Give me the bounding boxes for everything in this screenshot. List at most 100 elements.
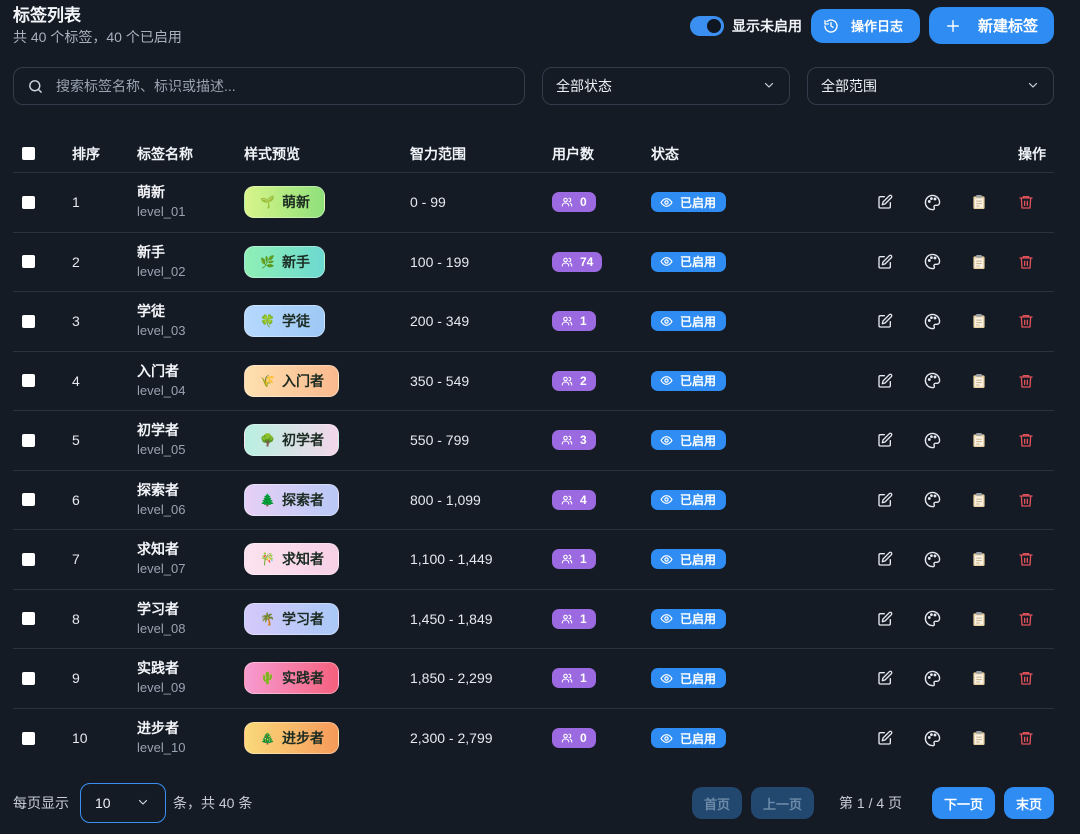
palette-icon[interactable]	[923, 193, 941, 211]
palette-icon[interactable]	[923, 669, 941, 687]
palette-icon[interactable]	[923, 729, 941, 747]
palette-icon[interactable]	[923, 431, 941, 449]
page-title: 标签列表	[13, 6, 81, 25]
row-checkbox[interactable]	[22, 433, 35, 447]
clipboard-icon[interactable]	[970, 253, 988, 271]
palette-icon[interactable]	[923, 312, 941, 330]
users-icon	[561, 196, 573, 208]
clipboard-icon[interactable]	[970, 729, 988, 747]
trash-icon[interactable]	[1017, 312, 1035, 330]
row-name-cell: 萌新 level_01	[137, 173, 185, 232]
user-count-badge: 1	[552, 549, 596, 570]
edit-icon[interactable]	[876, 372, 894, 390]
tag-preview-label: 新手	[281, 253, 310, 270]
palette-icon[interactable]	[923, 491, 941, 509]
range-select[interactable]: 全部范围	[807, 67, 1054, 105]
edit-icon[interactable]	[876, 253, 894, 271]
total-count-label: 条，共 40 条	[173, 795, 253, 811]
header-preview: 样式预览	[244, 145, 300, 162]
next-page-button[interactable]: 下一页	[932, 787, 995, 819]
table-row: 7 求知者 level_07 🎋 求知者 1,100 - 1,449 1 已启用	[13, 530, 1054, 590]
page-size-value: 10	[95, 795, 111, 811]
row-order: 9	[72, 670, 80, 687]
trash-icon[interactable]	[1017, 193, 1035, 211]
search-input[interactable]	[56, 78, 496, 94]
first-page-button[interactable]: 首页	[692, 787, 742, 819]
clipboard-icon[interactable]	[970, 372, 988, 390]
clipboard-icon[interactable]	[970, 193, 988, 211]
trash-icon[interactable]	[1017, 431, 1035, 449]
select-all-checkbox[interactable]	[22, 147, 35, 160]
table-row: 2 新手 level_02 🌿 新手 100 - 199 74 已启用	[13, 233, 1054, 292]
clipboard-icon[interactable]	[970, 312, 988, 330]
user-count-badge: 0	[552, 728, 596, 749]
clipboard-icon[interactable]	[970, 550, 988, 568]
palette-icon[interactable]	[923, 253, 941, 271]
clipboard-icon[interactable]	[970, 610, 988, 628]
trash-icon[interactable]	[1017, 372, 1035, 390]
tag-name: 学习者	[137, 600, 179, 617]
table-row: 9 实践者 level_09 🌵 实践者 1,850 - 2,299 1 已启用	[13, 649, 1054, 709]
edit-icon[interactable]	[876, 669, 894, 687]
palette-icon[interactable]	[923, 610, 941, 628]
row-checkbox[interactable]	[22, 314, 35, 328]
trash-icon[interactable]	[1017, 491, 1035, 509]
row-name-cell: 新手 level_02	[137, 233, 185, 292]
trash-icon[interactable]	[1017, 253, 1035, 271]
tag-key: level_03	[137, 323, 186, 339]
clipboard-icon[interactable]	[970, 669, 988, 687]
header-users: 用户数	[552, 145, 594, 162]
row-checkbox[interactable]	[22, 731, 35, 745]
status-select[interactable]: 全部状态	[542, 67, 790, 105]
trash-icon[interactable]	[1017, 669, 1035, 687]
show-disabled-toggle[interactable]	[690, 15, 724, 36]
palette-icon[interactable]	[923, 372, 941, 390]
edit-icon[interactable]	[876, 610, 894, 628]
clipboard-icon[interactable]	[970, 431, 988, 449]
table-row: 8 学习者 level_08 🌴 学习者 1,450 - 1,849 1 已启用	[13, 590, 1054, 649]
eye-icon	[660, 612, 673, 625]
show-disabled-label: 显示未启用	[732, 17, 802, 34]
row-checkbox[interactable]	[22, 195, 35, 209]
tag-key: level_07	[137, 561, 186, 577]
page-size-select[interactable]: 10	[80, 783, 166, 823]
users-icon	[561, 434, 573, 446]
new-tag-button[interactable]: 新建标签	[929, 7, 1054, 44]
row-checkbox[interactable]	[22, 493, 35, 507]
tag-emoji: 🎋	[260, 552, 275, 567]
row-checkbox[interactable]	[22, 552, 35, 566]
edit-icon[interactable]	[876, 193, 894, 211]
prev-page-button[interactable]: 上一页	[751, 787, 814, 819]
tag-name: 进步者	[137, 720, 179, 737]
row-checkbox[interactable]	[22, 255, 35, 269]
tag-style-preview: 🌴 学习者	[244, 602, 339, 635]
operation-log-button[interactable]: 操作日志	[811, 8, 920, 43]
last-page-button[interactable]: 末页	[1004, 787, 1054, 819]
status-badge: 已启用	[651, 192, 727, 213]
trash-icon[interactable]	[1017, 610, 1035, 628]
user-count: 0	[580, 731, 587, 746]
clipboard-icon[interactable]	[970, 491, 988, 509]
row-checkbox[interactable]	[22, 612, 35, 626]
palette-icon[interactable]	[923, 550, 941, 568]
status-badge: 已启用	[651, 489, 727, 510]
tag-style-preview: 🎋 求知者	[244, 543, 339, 576]
trash-icon[interactable]	[1017, 729, 1035, 747]
edit-icon[interactable]	[876, 550, 894, 568]
edit-icon[interactable]	[876, 729, 894, 747]
eye-icon	[660, 255, 673, 268]
table-row: 1 萌新 level_01 🌱 萌新 0 - 99 0 已启用	[13, 173, 1054, 233]
user-count-badge: 1	[552, 668, 596, 689]
edit-icon[interactable]	[876, 431, 894, 449]
edit-icon[interactable]	[876, 491, 894, 509]
tag-emoji: 🌵	[260, 671, 275, 686]
row-actions	[876, 193, 1035, 211]
row-checkbox[interactable]	[22, 374, 35, 388]
tag-preview-label: 进步者	[281, 730, 324, 747]
trash-icon[interactable]	[1017, 550, 1035, 568]
status-badge: 已启用	[651, 728, 727, 749]
row-checkbox[interactable]	[22, 671, 35, 685]
new-tag-label: 新建标签	[978, 18, 1039, 35]
edit-icon[interactable]	[876, 312, 894, 330]
tag-preview-label: 探索者	[281, 491, 324, 508]
